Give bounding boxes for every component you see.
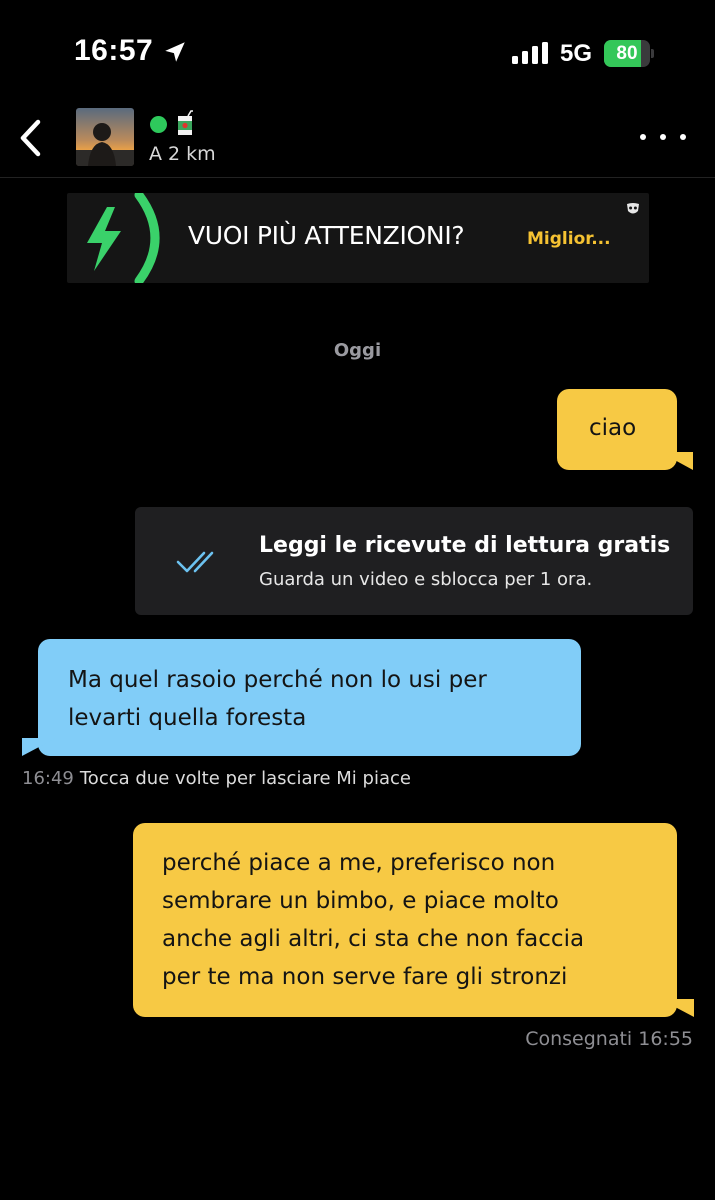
bubble-tail <box>22 738 56 756</box>
message-line: per te ma non serve fare gli stronzi <box>162 964 568 990</box>
bubble-tail <box>660 452 693 470</box>
chevron-left-icon <box>20 119 41 157</box>
grindr-mask-icon <box>627 203 639 214</box>
more-options-button[interactable] <box>640 124 686 150</box>
location-arrow-icon <box>165 42 185 62</box>
status-bar: 16:57 5G 80 <box>0 0 715 100</box>
date-separator: Oggi <box>333 340 382 361</box>
receipts-title: Leggi le ricevute di lettura gratis <box>259 533 671 558</box>
message-line: levarti quella foresta <box>68 705 307 731</box>
read-receipts-card[interactable]: Leggi le ricevute di lettura gratis Guar… <box>135 507 693 615</box>
message-meta: 16:49 Tocca due volte per lasciare Mi pia… <box>22 768 411 789</box>
chat-header: A 2 km <box>0 100 715 178</box>
outgoing-message[interactable]: ciao <box>557 389 677 470</box>
battery-icon: 80 <box>604 40 654 67</box>
profile-avatar[interactable] <box>76 108 134 166</box>
online-status-dot <box>150 116 167 133</box>
receipts-subtitle: Guarda un video e sblocca per 1 ora. <box>259 569 593 590</box>
lightning-icon <box>87 193 160 283</box>
incoming-message[interactable]: Ma quel rasoio perché non lo usi per lev… <box>38 639 581 756</box>
battery-percentage: 80 <box>616 43 638 64</box>
back-button[interactable] <box>10 114 50 162</box>
promo-text: VUOI PIÙ ATTENZIONI? <box>188 221 465 250</box>
cellular-signal-icon <box>512 42 548 64</box>
distance-label: A 2 km <box>149 143 216 165</box>
message-line: anche agli altri, ci sta che non faccia <box>162 926 585 952</box>
double-check-icon <box>176 551 214 573</box>
promo-upgrade-link[interactable]: Miglior... <box>527 229 611 249</box>
bubble-tail <box>660 999 694 1017</box>
promo-banner[interactable]: VUOI PIÙ ATTENZIONI? Miglior... <box>67 193 649 283</box>
juice-box-icon <box>178 110 193 135</box>
message-line: Ma quel rasoio perché non lo usi per <box>68 667 487 693</box>
more-options-icon <box>640 134 646 140</box>
message-line: sembrare un bimbo, e piace molto <box>162 888 559 914</box>
like-hint: Tocca due volte per lasciare Mi piace <box>79 768 411 789</box>
message-line: perché piace a me, preferisco non <box>162 850 556 876</box>
outgoing-message[interactable]: perché piace a me, preferisco non sembra… <box>133 823 677 1017</box>
status-time: 16:57 <box>74 34 154 67</box>
message-time: 16:49 <box>22 768 74 789</box>
delivery-status: Consegnati 16:55 <box>525 1028 693 1050</box>
message-text: ciao <box>589 415 637 441</box>
avatar-photo <box>76 108 134 166</box>
network-type: 5G <box>560 40 593 67</box>
